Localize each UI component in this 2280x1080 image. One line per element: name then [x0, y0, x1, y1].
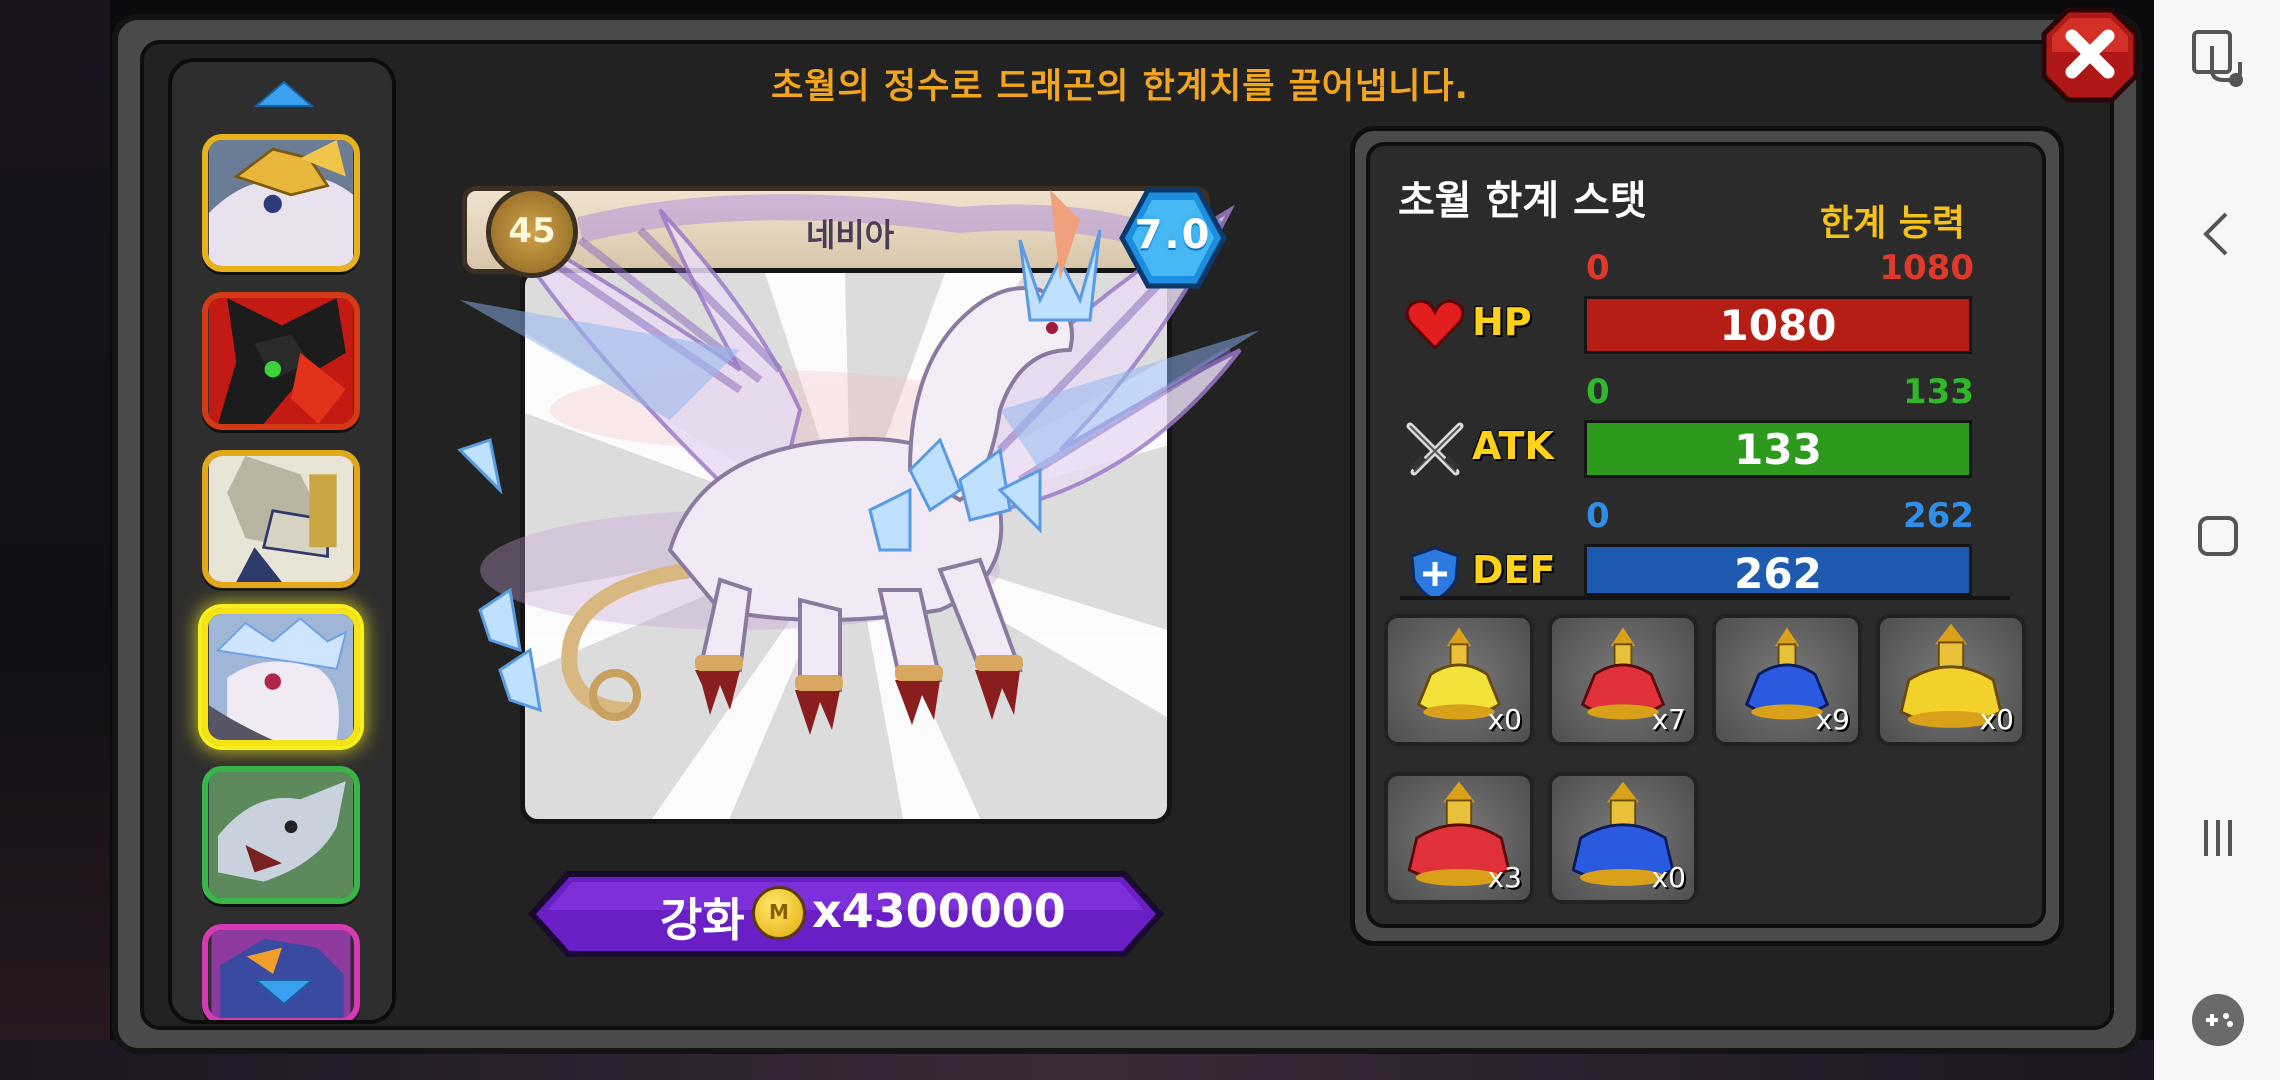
dragon-list-item[interactable] [202, 766, 360, 904]
stats-title: 초월 한계 스탯 [1398, 178, 1647, 224]
close-button[interactable] [2040, 6, 2140, 104]
dragon-list-item[interactable] [202, 134, 360, 272]
shield-icon [1410, 546, 1460, 602]
home-icon[interactable] [2182, 500, 2254, 572]
hp-label: HP [1472, 300, 1532, 344]
essence-count: x3 [1487, 861, 1522, 894]
large-yellow-essence-slot[interactable]: x0 [1876, 614, 2026, 746]
dragon-portrait-red-dark [208, 298, 354, 424]
gold-coin-icon: M [752, 886, 806, 940]
essence-count: x9 [1815, 703, 1850, 736]
dragon-level-badge: 45 [486, 186, 578, 278]
game-tools-icon[interactable] [2182, 984, 2254, 1056]
def-value: 262 [1734, 549, 1822, 598]
system-navigation-bar [2154, 0, 2280, 1080]
hp-bar: 1080 [1584, 296, 1972, 354]
large-red-essence-slot[interactable]: x3 [1384, 772, 1534, 904]
upgrade-label: 강화 [660, 893, 745, 947]
hp-value: 1080 [1719, 301, 1837, 350]
def-bar: 262 [1584, 544, 1972, 598]
scroll-down-button[interactable] [254, 976, 314, 1006]
def-label: DEF [1472, 548, 1556, 592]
atk-max-value: 133 [1903, 372, 1974, 412]
dragon-list-item-selected[interactable] [202, 608, 360, 746]
arrow-up-icon [254, 80, 314, 107]
essence-count: x0 [1979, 703, 2014, 736]
arrow-down-icon [254, 979, 314, 1006]
dragon-name: 네비아 [805, 216, 895, 254]
dragon-portrait-green [208, 772, 354, 898]
red-essence-slot[interactable]: x7 [1548, 614, 1698, 746]
crossed-swords-icon [1406, 422, 1464, 476]
scroll-up-button[interactable] [254, 80, 314, 110]
upgrade-cost: x4300000 [812, 884, 1066, 938]
heart-icon [1405, 299, 1465, 351]
dragon-list-item[interactable] [202, 450, 360, 588]
dragon-list-item[interactable] [202, 292, 360, 430]
dragon-list[interactable] [168, 58, 396, 1024]
limit-ability-label: 한계 능력 [1820, 203, 1966, 244]
dragon-portrait-white-gold [208, 140, 354, 266]
back-icon[interactable] [2182, 198, 2254, 270]
essence-count: x7 [1651, 703, 1686, 736]
atk-value: 133 [1734, 425, 1822, 474]
yellow-essence-slot[interactable]: x0 [1384, 614, 1534, 746]
def-min-value: 0 [1586, 496, 1610, 536]
essence-count: x0 [1651, 861, 1686, 894]
blue-essence-slot[interactable]: x9 [1712, 614, 1862, 746]
large-blue-essence-slot[interactable]: x0 [1548, 772, 1698, 904]
touch-lock-icon[interactable] [2182, 22, 2254, 94]
dragon-portrait-armored-gold [208, 456, 354, 582]
def-max-value: 262 [1903, 496, 1974, 536]
hp-min-value: 0 [1586, 248, 1610, 288]
close-icon [2041, 7, 2139, 103]
atk-label: ATK [1472, 424, 1554, 468]
dragon-list-item[interactable] [202, 924, 360, 1020]
dragon-portrait-crystal [208, 614, 354, 740]
essence-count: x0 [1487, 703, 1522, 736]
recent-apps-icon[interactable] [2182, 802, 2254, 874]
background-left [0, 0, 110, 1080]
atk-bar: 133 [1584, 420, 1972, 478]
hp-max-value: 1080 [1879, 248, 1974, 288]
stats-divider [1400, 596, 2010, 600]
atk-min-value: 0 [1586, 372, 1610, 412]
dragon-grade: 7.0 [1134, 212, 1212, 258]
page-title: 초월의 정수로 드래곤의 한계치를 끌어냅니다. [771, 67, 1469, 107]
